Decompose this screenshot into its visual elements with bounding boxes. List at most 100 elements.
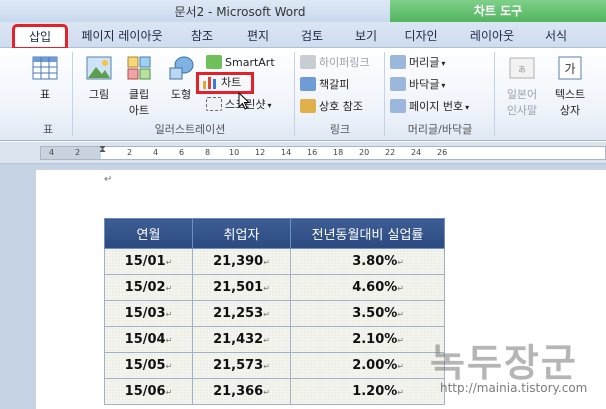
svg-text:가: 가	[564, 62, 575, 76]
screenshot-dropdown-icon: ▾	[267, 101, 272, 110]
ruler-number: 26	[437, 148, 448, 157]
ruler-number: 10	[229, 148, 240, 157]
clipart-label-line1: 클립	[128, 88, 150, 101]
asian-greeting-label-line1: 일본어	[506, 88, 538, 101]
header-cell[interactable]: 전년동월대비 실업률	[290, 218, 445, 249]
ruler-number: 20	[359, 148, 370, 157]
textbox-button[interactable]: 가 텍스트 상자	[550, 54, 590, 117]
clipart-button[interactable]: 클립 아트	[120, 54, 158, 117]
page-number-dropdown-icon: ▾	[465, 103, 470, 112]
textbox-label-line2: 상자	[559, 104, 581, 117]
cell-text: 3.80%	[352, 254, 398, 269]
table-button[interactable]: 표	[26, 54, 64, 116]
header-button[interactable]: 머리글 ▾	[390, 54, 445, 72]
tab-design[interactable]: 디자인	[396, 26, 446, 48]
chart-button[interactable]: 차트	[196, 72, 254, 94]
cell-text: 15/02	[124, 280, 166, 295]
tab-layout[interactable]: 레이아웃	[462, 26, 522, 48]
table-row: 15/06↵ 21,366↵ 1.20%↵	[104, 378, 445, 405]
table-cell[interactable]: 3.50%↵	[290, 300, 445, 327]
table-cell[interactable]: 2.10%↵	[290, 326, 445, 353]
table-icon	[32, 56, 58, 80]
table-header-row: 연월 취업자 전년동월대비 실업률	[104, 218, 445, 249]
table-cell[interactable]: 15/04↵	[104, 326, 193, 353]
tab-references[interactable]: 참조	[180, 26, 224, 48]
tab-review[interactable]: 검토	[290, 26, 334, 48]
header-cell[interactable]: 취업자	[192, 218, 291, 249]
cell-text: 1.20%	[352, 384, 398, 399]
table-cell[interactable]: 21,432↵	[192, 326, 291, 353]
table-cell[interactable]: 21,253↵	[192, 300, 291, 327]
bookmark-button[interactable]: 책갈피	[300, 76, 349, 94]
footer-label: 바닥글	[409, 78, 440, 91]
data-table[interactable]: 연월 취업자 전년동월대비 실업률 15/01↵ 21,390↵ 3.80%↵ …	[104, 218, 445, 405]
cell-text: 21,390	[213, 254, 264, 269]
bookmark-label: 책갈피	[319, 78, 350, 91]
ruler-number: 2	[75, 148, 81, 157]
cell-text: 2.00%	[352, 358, 398, 373]
screenshot-icon	[206, 97, 222, 111]
table-cell[interactable]: 15/02↵	[104, 274, 193, 301]
tab-view[interactable]: 보기	[344, 26, 388, 48]
footer-button[interactable]: 바닥글 ▾	[390, 76, 445, 94]
table-row: 15/02↵ 21,501↵ 4.60%↵	[104, 274, 445, 301]
table-cell[interactable]: 15/05↵	[104, 352, 193, 379]
table-cell[interactable]: 15/03↵	[104, 300, 193, 327]
shapes-label: 도형	[170, 88, 192, 101]
indent-marker-icon[interactable]: ⧗	[99, 144, 106, 155]
crossref-label: 상호 참조	[319, 100, 363, 113]
smartart-icon	[206, 55, 222, 69]
table-cell[interactable]: 21,390↵	[192, 248, 291, 275]
horizontal-ruler[interactable]: 4 2 ⧗ 2 4 6 8 10 12 14 16 18 20 22 24 26	[0, 142, 606, 164]
crossref-button[interactable]: 상호 참조	[300, 98, 363, 116]
clipart-label-line2: 아트	[128, 104, 150, 117]
hyperlink-button[interactable]: 하이퍼링크	[300, 54, 370, 72]
tab-insert[interactable]: 삽입	[12, 24, 68, 50]
tab-page-layout[interactable]: 페이지 레이아웃	[76, 26, 168, 48]
cell-mark: ↵	[397, 310, 404, 319]
table-row: 15/03↵ 21,253↵ 3.50%↵	[104, 300, 445, 327]
asian-greeting-button[interactable]: あ 일본어 인사말	[500, 54, 544, 117]
table-cell[interactable]: 2.00%↵	[290, 352, 445, 379]
group-divider	[494, 52, 495, 136]
table-cell[interactable]: 4.60%↵	[290, 274, 445, 301]
asian-greeting-label-line2: 인사말	[506, 104, 538, 117]
smartart-button[interactable]: SmartArt	[206, 54, 275, 72]
picture-label: 그림	[88, 88, 110, 101]
paragraph-mark: ↵	[104, 174, 113, 185]
ruler-number: 6	[179, 148, 185, 157]
cell-mark: ↵	[263, 388, 270, 397]
chart-icon	[203, 77, 216, 89]
header-cell[interactable]: 연월	[104, 218, 193, 249]
table-cell[interactable]: 15/06↵	[104, 378, 193, 405]
tab-format[interactable]: 서식	[536, 26, 576, 48]
window-title: 문서2 - Microsoft Word	[174, 5, 306, 19]
cell-text: 21,432	[213, 332, 264, 347]
cell-mark: ↵	[263, 362, 270, 371]
table-cell[interactable]: 21,501↵	[192, 274, 291, 301]
clipart-icon	[127, 56, 151, 80]
cell-text: 15/06	[124, 384, 166, 399]
crossref-icon	[300, 99, 316, 113]
table-cell[interactable]: 21,573↵	[192, 352, 291, 379]
hyperlink-label: 하이퍼링크	[319, 56, 370, 69]
textbox-icon: 가	[558, 56, 582, 80]
header-label: 머리글	[409, 56, 440, 69]
cell-mark: ↵	[165, 362, 173, 371]
table-cell[interactable]: 15/01↵	[104, 248, 193, 275]
shapes-button[interactable]: 도형	[162, 54, 200, 116]
cell-mark: ↵	[165, 284, 173, 293]
cell-text: 21,253	[213, 306, 264, 321]
ruler-number: 16	[307, 148, 318, 157]
ruler-number: 18	[333, 148, 344, 157]
table-cell[interactable]: 21,366↵	[192, 378, 291, 405]
tab-mailings[interactable]: 편지	[236, 26, 280, 48]
cell-mark: ↵	[165, 336, 173, 345]
cell-mark: ↵	[397, 362, 404, 371]
table-cell[interactable]: 3.80%↵	[290, 248, 445, 275]
ruler-number: 4	[49, 148, 55, 157]
cell-mark: ↵	[263, 336, 270, 345]
table-cell[interactable]: 1.20%↵	[290, 378, 445, 405]
page-number-button[interactable]: 페이지 번호 ▾	[390, 98, 469, 116]
picture-button[interactable]: 그림	[80, 54, 118, 116]
